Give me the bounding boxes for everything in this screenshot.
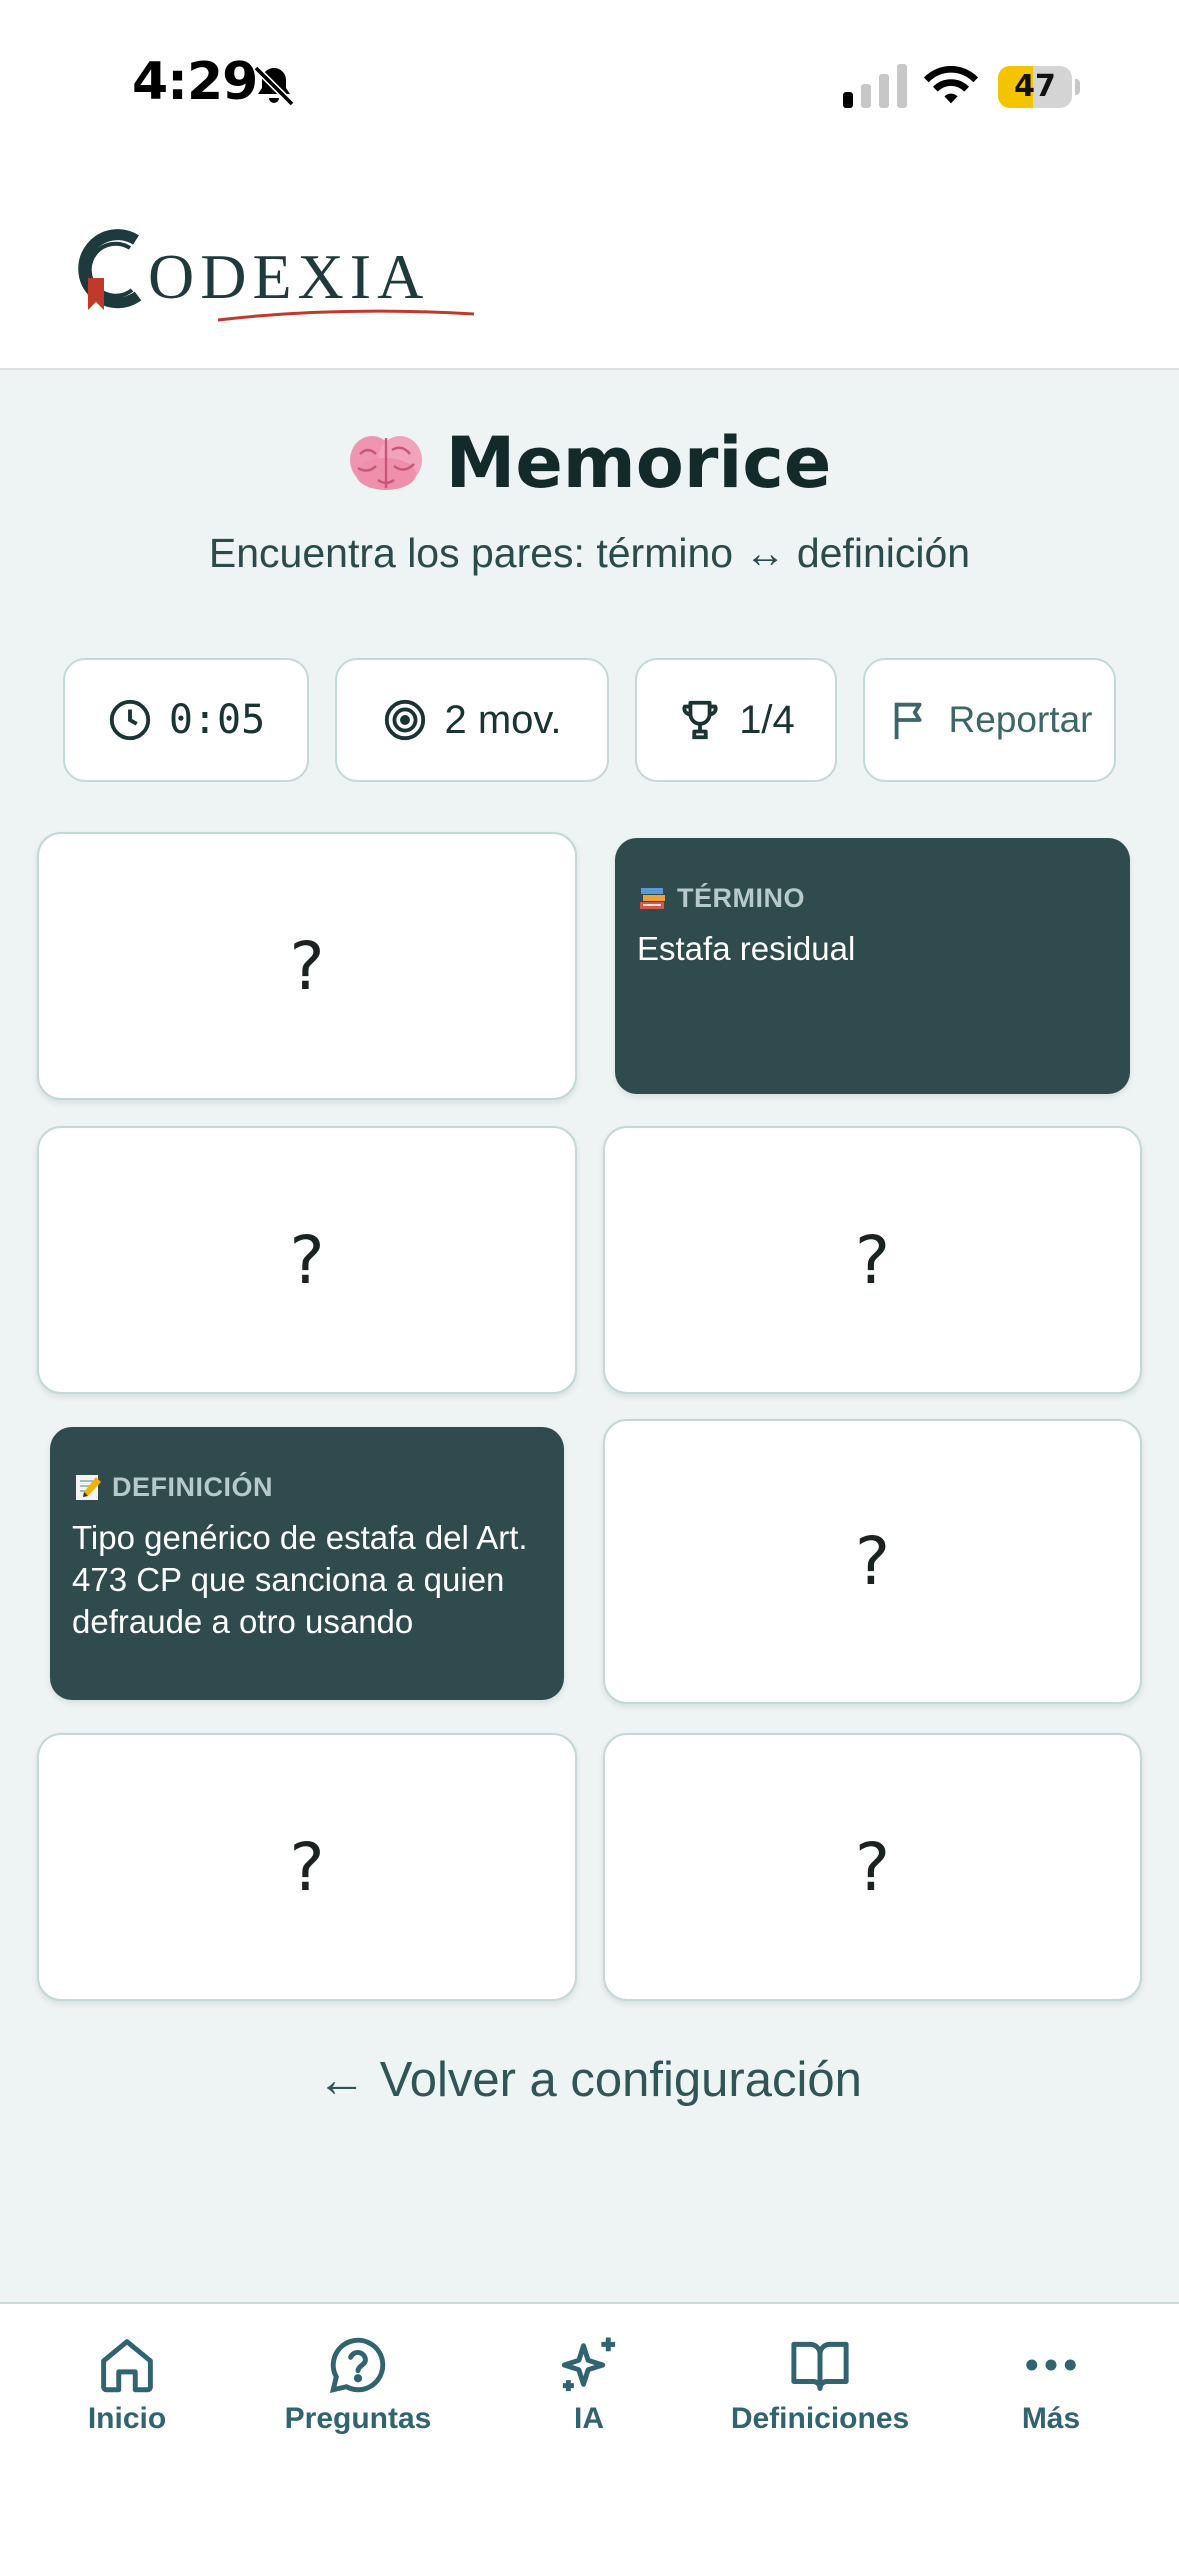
report-button[interactable]: Reportar [863, 658, 1116, 782]
nav-label: Inicio [87, 2402, 167, 2435]
back-to-settings-link[interactable]: ← Volver a configuración [0, 2052, 1179, 2108]
card-text: Estafa residual [637, 930, 856, 967]
question-icon [329, 2337, 386, 2394]
moves-value: 2 mov. [444, 697, 562, 742]
memo-icon [76, 1475, 101, 1500]
card-hidden-mark: ? [854, 1221, 891, 1299]
moves-stat: 2 mov. [335, 658, 609, 782]
card-kind: TÉRMINO [637, 882, 805, 914]
battery-percent: 47 [1014, 69, 1056, 104]
status-time: 4:29 [132, 52, 258, 112]
brain-icon [349, 436, 422, 490]
nav-label: Preguntas [284, 2402, 432, 2435]
trophy-icon [682, 700, 718, 740]
nav-preguntas[interactable]: Preguntas [258, 2332, 458, 2436]
status-bar: 4:29 47 [0, 0, 1179, 170]
logo-c-mark [78, 229, 142, 310]
pairs-stat: 1/4 [635, 658, 837, 782]
home-icon [101, 2339, 153, 2393]
codexia-logo[interactable]: ODEXIA [66, 220, 475, 322]
books-icon [640, 888, 665, 909]
page-title: Memorice [348, 422, 832, 504]
card-kind-label: TÉRMINO [677, 882, 805, 913]
card-kind: DEFINICIÓN [72, 1471, 273, 1503]
card-text: Tipo genérico de estafa del Art. 473 CP … [72, 1519, 528, 1640]
nav-label: Definiciones [730, 2402, 910, 2435]
memory-card-8[interactable]: ? [603, 1733, 1142, 2001]
nav-mas[interactable]: Más [951, 2332, 1151, 2436]
timer-value: 0:05 [168, 697, 266, 743]
memory-card-2[interactable]: TÉRMINO Estafa residual [615, 838, 1130, 1094]
logo-underline [217, 309, 475, 322]
page-subtitle: Encuentra los pares: término ↔ definició… [208, 530, 971, 576]
memory-card-1[interactable]: ? [37, 832, 577, 1100]
flag-icon [894, 702, 922, 740]
nav-label: Más [1021, 2402, 1081, 2435]
logo-wordmark: ODEXIA [148, 241, 430, 312]
app-header: ODEXIA [0, 170, 1179, 370]
memory-card-3[interactable]: ? [37, 1126, 577, 1394]
nav-ia[interactable]: IA [489, 2332, 689, 2436]
book-icon [791, 2341, 849, 2391]
sparkles-icon [561, 2337, 616, 2392]
nav-inicio[interactable]: Inicio [27, 2332, 227, 2436]
card-hidden-mark: ? [289, 927, 325, 1005]
nav-label: IA [574, 2402, 604, 2435]
target-icon [385, 699, 426, 741]
report-label: Reportar [948, 699, 1093, 740]
timer-stat: 0:05 [63, 658, 309, 782]
page-title-text: Memorice [445, 422, 832, 504]
card-hidden-mark: ? [854, 1523, 891, 1600]
clock-icon [109, 699, 150, 741]
battery-indicator: 47 [998, 66, 1080, 108]
bottom-navigation: Inicio Preguntas IA Definiciones Más [0, 2302, 1179, 2556]
memory-card-4[interactable]: ? [603, 1126, 1142, 1394]
memory-card-7[interactable]: ? [37, 1733, 577, 2001]
memory-card-5[interactable]: DEFINICIÓN Tipo genérico de estafa del A… [50, 1427, 564, 1700]
card-hidden-mark: ? [854, 1828, 891, 1906]
cellular-signal-icon [843, 64, 907, 108]
more-icon [1026, 2359, 1076, 2371]
card-kind-label: DEFINICIÓN [112, 1471, 274, 1502]
wifi-icon [923, 66, 979, 104]
pairs-value: 1/4 [739, 697, 795, 742]
card-hidden-mark: ? [289, 1221, 325, 1299]
memory-card-6[interactable]: ? [603, 1419, 1142, 1704]
card-hidden-mark: ? [289, 1828, 325, 1906]
bell-muted-icon [253, 65, 295, 107]
nav-definiciones[interactable]: Definiciones [720, 2332, 920, 2436]
